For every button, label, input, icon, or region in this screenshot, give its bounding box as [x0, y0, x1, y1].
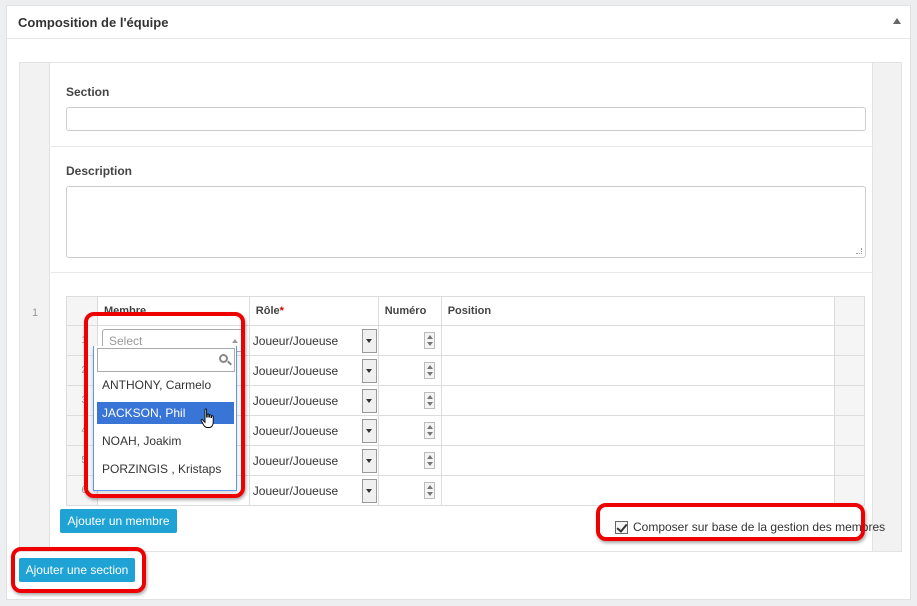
number-spinner[interactable] [423, 362, 435, 379]
divider [51, 272, 873, 273]
numero-cell[interactable] [377, 415, 442, 446]
table-header-row: Membre Rôle* Numéro Position [66, 296, 865, 326]
divider [51, 146, 873, 147]
role-cell[interactable]: Joueur/Joueuse [248, 445, 379, 476]
description-label: Description [66, 164, 133, 178]
role-cell[interactable]: Joueur/Joueuse [248, 415, 379, 446]
dropdown-arrow-icon[interactable] [361, 448, 377, 473]
row-tail [834, 385, 865, 416]
section-label: Section [66, 85, 110, 99]
numero-cell[interactable] [377, 475, 442, 506]
numero-cell[interactable] [377, 355, 442, 386]
role-select[interactable]: Joueur/Joueuse [252, 358, 377, 383]
role-value: Joueur/Joueuse [252, 393, 339, 408]
role-value: Joueur/Joueuse [252, 453, 339, 468]
number-spinner[interactable] [423, 392, 435, 409]
dropdown-arrow-icon[interactable] [361, 388, 377, 413]
panel-header: Composition de l'équipe [7, 6, 910, 39]
header-role: Rôle* [248, 296, 379, 326]
team-composition-panel: Composition de l'équipe 1 Section Descri… [6, 5, 911, 600]
role-select[interactable]: Joueur/Joueuse [252, 328, 377, 353]
row-index-label: 5 [81, 455, 87, 466]
header-role-label: Rôle [255, 305, 280, 317]
resize-grip[interactable] [856, 248, 862, 254]
row-index-label: 4 [81, 425, 87, 436]
numero-cell[interactable] [377, 445, 442, 476]
number-spinner[interactable] [423, 452, 435, 469]
role-value: Joueur/Joueuse [252, 483, 339, 498]
role-select[interactable]: Joueur/Joueuse [252, 478, 377, 503]
header-index [66, 296, 98, 326]
header-position-label: Position [447, 305, 492, 317]
numero-cell[interactable] [377, 325, 442, 356]
required-mark: * [279, 305, 284, 317]
row-tail [834, 355, 865, 386]
compose-checkbox-label: Composer sur base de la gestion des memb… [633, 520, 886, 534]
role-cell[interactable]: Joueur/Joueuse [248, 475, 379, 506]
compose-checkbox[interactable] [615, 520, 628, 534]
position-cell[interactable] [440, 415, 836, 446]
role-value: Joueur/Joueuse [252, 363, 339, 378]
number-spinner[interactable] [423, 482, 435, 499]
dropdown-arrow-icon[interactable] [361, 478, 377, 503]
role-cell[interactable]: Joueur/Joueuse [248, 325, 379, 356]
header-numero: Numéro [377, 296, 442, 326]
search-icon [219, 354, 228, 363]
role-select[interactable]: Joueur/Joueuse [252, 388, 377, 413]
compose-checkbox-row[interactable]: Composer sur base de la gestion des memb… [615, 520, 885, 534]
right-gutter [872, 63, 901, 551]
row-tail [834, 415, 865, 446]
row-index-label: 2 [81, 365, 87, 376]
header-membre: Membre [96, 296, 250, 326]
hand-cursor-icon [200, 408, 214, 428]
member-option[interactable]: PORZINGIS , Kristaps [97, 458, 234, 480]
row-index-label: 1 [81, 335, 87, 346]
role-select[interactable]: Joueur/Joueuse [252, 448, 377, 473]
section-index: 1 [32, 307, 39, 319]
section-input[interactable] [66, 107, 866, 131]
position-cell[interactable] [440, 325, 836, 356]
number-spinner[interactable] [423, 332, 435, 349]
dropdown-arrow-icon[interactable] [361, 358, 377, 383]
select-arrow-icon [231, 338, 238, 343]
dropdown-arrow-icon[interactable] [361, 328, 377, 353]
row-index-label: 6 [81, 485, 87, 496]
add-section-button[interactable]: Ajouter une section [19, 558, 135, 582]
header-position: Position [440, 296, 836, 326]
numero-cell[interactable] [377, 385, 442, 416]
header-numero-label: Numéro [384, 305, 427, 317]
dropdown-arrow-icon[interactable] [361, 418, 377, 443]
row-tail [834, 325, 865, 356]
row-tail [834, 475, 865, 506]
add-member-button[interactable]: Ajouter un membre [60, 509, 177, 533]
header-tail [834, 296, 865, 326]
row-tail [834, 445, 865, 476]
panel-title: Composition de l'équipe [18, 14, 169, 30]
dropdown-search-input[interactable] [97, 348, 235, 372]
role-value: Joueur/Joueuse [252, 423, 339, 438]
position-cell[interactable] [440, 445, 836, 476]
header-membre-label: Membre [103, 305, 147, 317]
left-gutter: 1 [20, 63, 50, 551]
description-textarea[interactable] [66, 186, 866, 258]
number-spinner[interactable] [423, 422, 435, 439]
role-cell[interactable]: Joueur/Joueuse [248, 385, 379, 416]
role-cell[interactable]: Joueur/Joueuse [248, 355, 379, 386]
role-value: Joueur/Joueuse [252, 333, 339, 348]
member-option[interactable]: NOAH, Joakim [97, 430, 234, 452]
role-select[interactable]: Joueur/Joueuse [252, 418, 377, 443]
row-index-label: 3 [81, 395, 87, 406]
position-cell[interactable] [440, 475, 836, 506]
position-cell[interactable] [440, 385, 836, 416]
member-option[interactable]: ANTHONY, Carmelo [97, 374, 234, 396]
position-cell[interactable] [440, 355, 836, 386]
collapse-icon[interactable] [893, 18, 901, 24]
